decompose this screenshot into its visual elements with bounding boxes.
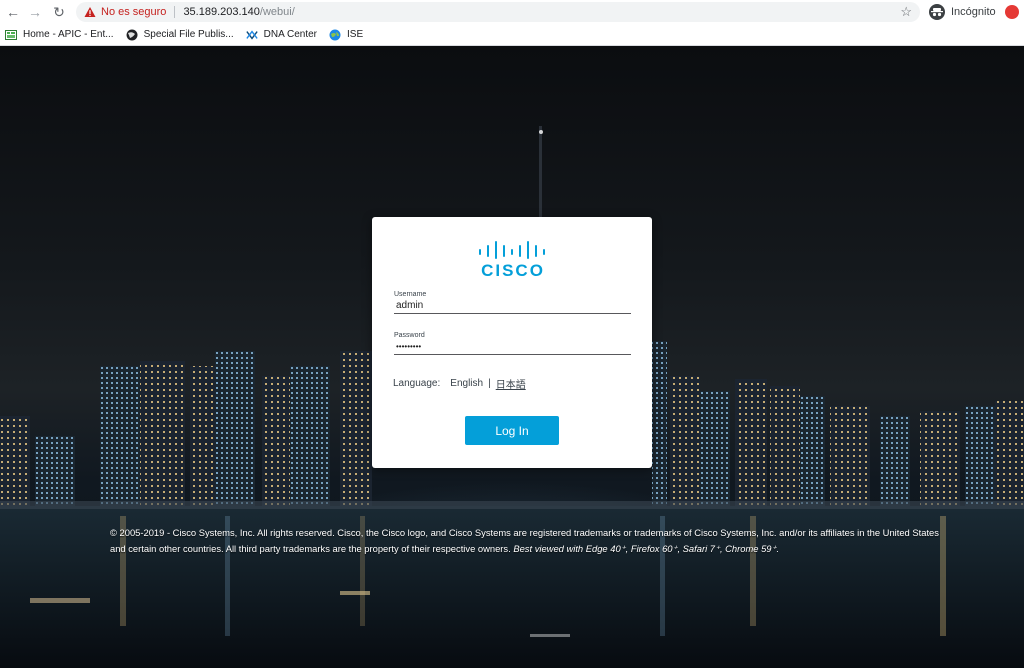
bookmark-star-icon[interactable]: ☆ [900,4,912,20]
address-bar[interactable]: No es seguro 35.189.203.140 /webui/ ☆ [76,2,920,22]
extension-icon[interactable] [1005,5,1019,19]
username-field: Username [394,291,631,314]
incognito-icon [929,4,945,20]
url-host: 35.189.203.140 [183,6,260,18]
bookmark-apic[interactable]: Home - APIC - Ent... [5,29,114,41]
back-arrow-icon[interactable]: ← [2,1,24,23]
incognito-label: Incógnito [951,6,996,18]
reload-icon[interactable]: ↻ [48,1,70,23]
language-separator: | [488,378,491,389]
login-card: CISCO Username Password Language: Englis… [372,217,652,468]
bookmark-dna-center[interactable]: DNA Center [245,29,317,41]
username-input[interactable] [394,298,631,314]
browser-toolbar: ← → ↻ No es seguro 35.189.203.140 /webui… [0,0,1024,24]
password-field: Password [394,332,631,355]
bookmarks-bar: Home - APIC - Ent... Special File Publis… [0,24,1024,46]
copyright-footer: © 2005-2019 - Cisco Systems, Inc. All ri… [110,525,950,557]
dna-center-icon [245,29,258,41]
username-label: Username [394,291,427,298]
ise-globe-icon [329,29,341,41]
bookmark-special-file[interactable]: Special File Publis... [126,29,234,41]
cisco-bars-icon [479,241,545,259]
bookmark-label: DNA Center [263,29,317,40]
language-japanese-link[interactable]: 日本語 [496,376,526,391]
login-page: CISCO Username Password Language: Englis… [0,46,1024,668]
cisco-wordmark: CISCO [481,261,545,280]
cisco-logo: CISCO [475,239,551,280]
language-selector: Language: English | 日本語 [393,376,526,391]
warning-triangle-icon[interactable] [84,6,96,18]
bookmark-label: Special File Publis... [143,29,234,40]
language-label: Language: [393,378,441,389]
browser-support-text: Best viewed with Edge 40⁺, Firefox 60⁺, … [513,543,780,554]
password-label: Password [394,332,425,339]
globe-icon [126,29,138,41]
login-button[interactable]: Log In [465,416,559,445]
incognito-indicator[interactable]: Incógnito [925,2,1000,22]
language-english-link[interactable]: English [450,378,483,389]
bookmark-label: ISE [347,29,364,40]
security-status-label[interactable]: No es seguro [101,6,166,18]
password-input[interactable] [394,339,631,355]
address-divider [174,6,176,18]
apic-icon [5,29,17,41]
bookmark-label: Home - APIC - Ent... [23,29,114,40]
url-path: /webui/ [259,6,295,18]
bookmark-ise[interactable]: ISE [329,29,363,41]
forward-arrow-icon[interactable]: → [24,1,46,23]
